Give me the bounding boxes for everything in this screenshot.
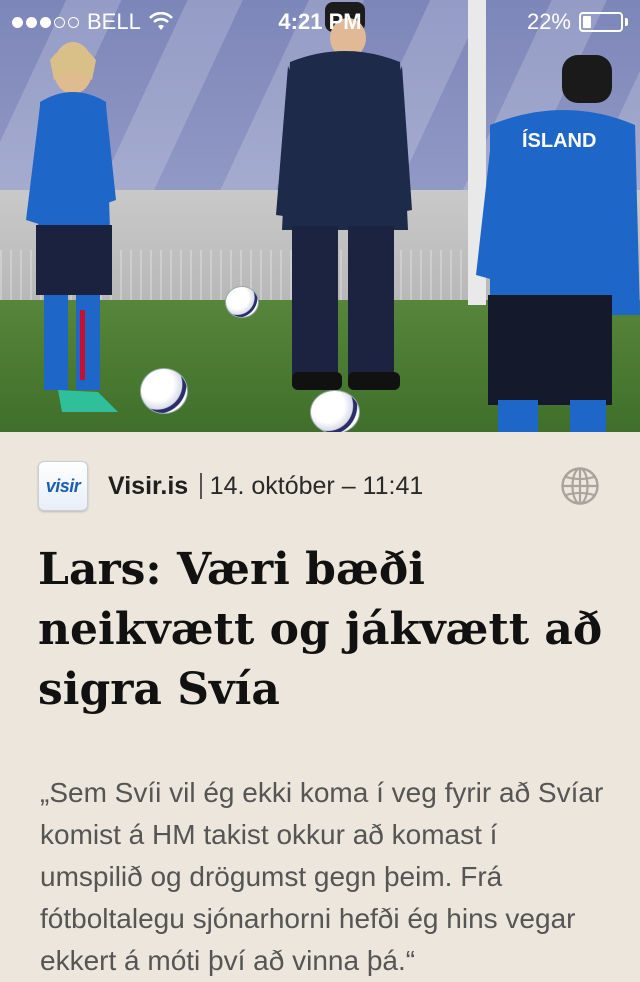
source-name[interactable]: Visir.is	[108, 472, 188, 501]
article-hero-image[interactable]: ÍSLAND	[0, 0, 640, 432]
football	[225, 286, 259, 318]
source-divider	[200, 473, 202, 499]
player-right: ÍSLAND	[476, 55, 640, 432]
source-logo[interactable]: visir	[38, 461, 88, 511]
player-left	[26, 42, 118, 412]
article-headline[interactable]: Lars: Væri bæði neikvætt og jákvætt að s…	[38, 540, 608, 720]
battery-icon	[579, 12, 623, 32]
battery-percent: 22%	[526, 9, 571, 34]
article-date: 14. október – 11:41	[209, 471, 424, 500]
battery-status: 22%	[527, 9, 628, 35]
battery-tip	[625, 18, 628, 26]
football	[310, 390, 360, 432]
globe-icon[interactable]	[560, 466, 600, 506]
article-source-row: visir Visir.is 14. október – 11:41	[38, 460, 600, 512]
source-logo-text: visir	[45, 475, 81, 496]
football	[140, 368, 188, 414]
status-bar: BELL 4:21 PM 22%	[0, 0, 640, 44]
article-body: „Sem Svíi vil ég ekki koma í veg fyrir a…	[40, 777, 604, 976]
jersey-text: ÍSLAND	[522, 129, 596, 152]
coach-figure	[276, 2, 412, 390]
